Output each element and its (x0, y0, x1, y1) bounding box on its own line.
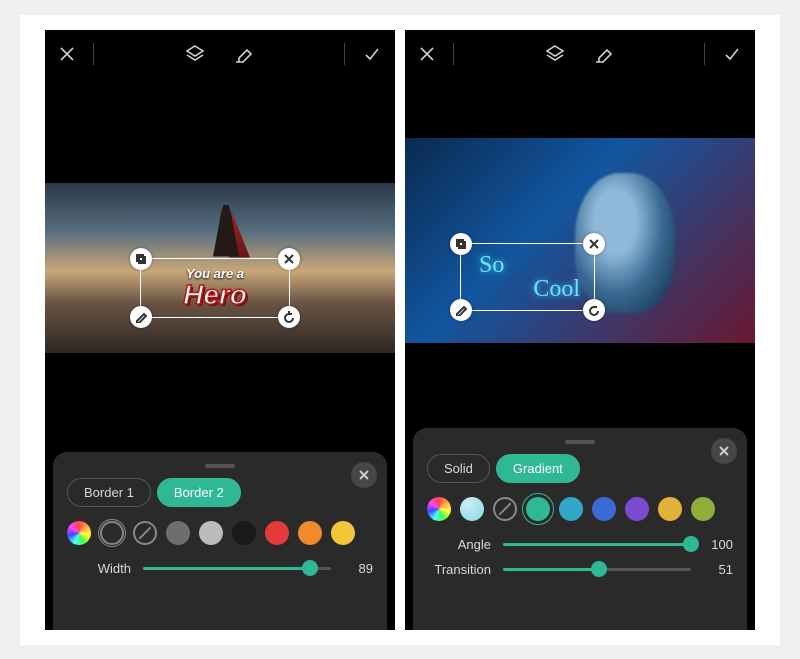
swatch-orange[interactable] (298, 521, 322, 545)
delete-handle-icon[interactable] (278, 248, 300, 270)
width-slider[interactable] (143, 567, 331, 570)
rotate-handle-icon[interactable] (583, 299, 605, 321)
swatch-purple[interactable] (625, 497, 649, 521)
color-picker-icon[interactable] (67, 521, 91, 545)
border-panel: Border 1 Border 2 Width 89 (53, 452, 387, 630)
eraser-icon[interactable] (233, 44, 253, 64)
drag-handle[interactable] (565, 440, 595, 444)
swatch-cyan[interactable] (559, 497, 583, 521)
angle-slider[interactable] (503, 543, 691, 546)
overlay-text-line1: So (479, 253, 504, 277)
tab-solid[interactable]: Solid (427, 454, 490, 483)
angle-slider-row: Angle 100 (427, 537, 733, 552)
swatch-lightgrey[interactable] (199, 521, 223, 545)
confirm-icon[interactable] (723, 45, 741, 63)
divider (344, 43, 345, 65)
panel-tabs: Border 1 Border 2 (67, 478, 373, 507)
overlay-text-line2: Hero (183, 281, 247, 309)
panel-tabs: Solid Gradient (427, 454, 733, 483)
delete-handle-icon[interactable] (583, 233, 605, 255)
screen-left: You are a Hero Border 1 Border 2 (45, 30, 395, 630)
layers-icon[interactable] (545, 44, 565, 64)
transition-slider[interactable] (503, 568, 691, 571)
close-icon[interactable] (59, 46, 75, 62)
screen-right: So Cool Solid Gradient (405, 30, 755, 630)
swatch-red[interactable] (265, 521, 289, 545)
drag-handle[interactable] (205, 464, 235, 468)
swatch-grey[interactable] (166, 521, 190, 545)
slider-label: Transition (427, 562, 491, 577)
confirm-icon[interactable] (363, 45, 381, 63)
swatch-olive[interactable] (691, 497, 715, 521)
color-swatches (427, 497, 733, 521)
preview-canvas[interactable]: You are a Hero (45, 183, 395, 353)
editor-toolbar (45, 30, 395, 78)
divider (704, 43, 705, 65)
tab-gradient[interactable]: Gradient (496, 454, 580, 483)
duplicate-handle-icon[interactable] (130, 248, 152, 270)
transition-slider-row: Transition 51 (427, 562, 733, 577)
swatch-blue[interactable] (592, 497, 616, 521)
rotate-handle-icon[interactable] (278, 306, 300, 328)
close-icon[interactable] (419, 46, 435, 62)
edit-handle-icon[interactable] (130, 306, 152, 328)
gradient-panel: Solid Gradient Angle 100 (413, 428, 747, 630)
panel-close-icon[interactable] (351, 462, 377, 488)
panel-close-icon[interactable] (711, 438, 737, 464)
slider-label: Angle (427, 537, 491, 552)
swatch-gold[interactable] (658, 497, 682, 521)
swatch-current[interactable] (100, 521, 124, 545)
preview-canvas[interactable]: So Cool (405, 138, 755, 343)
swatch-none-icon[interactable] (493, 497, 517, 521)
tab-border-1[interactable]: Border 1 (67, 478, 151, 507)
swatch-black[interactable] (232, 521, 256, 545)
slider-label: Width (67, 561, 131, 576)
slider-value: 100 (703, 537, 733, 552)
layers-icon[interactable] (185, 44, 205, 64)
swatch-teal[interactable] (526, 497, 550, 521)
swatch-none-icon[interactable] (133, 521, 157, 545)
swatch-glass[interactable] (460, 497, 484, 521)
tab-border-2[interactable]: Border 2 (157, 478, 241, 507)
color-swatches (67, 521, 373, 545)
edit-handle-icon[interactable] (450, 299, 472, 321)
width-slider-row: Width 89 (67, 561, 373, 576)
editor-toolbar (405, 30, 755, 78)
color-picker-icon[interactable] (427, 497, 451, 521)
swatch-yellow[interactable] (331, 521, 355, 545)
slider-value: 89 (343, 561, 373, 576)
eraser-icon[interactable] (593, 44, 613, 64)
overlay-text-line2: Cool (533, 277, 580, 301)
duplicate-handle-icon[interactable] (450, 233, 472, 255)
text-overlay-selection[interactable]: So Cool (460, 243, 595, 311)
text-overlay-selection[interactable]: You are a Hero (140, 258, 290, 318)
slider-value: 51 (703, 562, 733, 577)
